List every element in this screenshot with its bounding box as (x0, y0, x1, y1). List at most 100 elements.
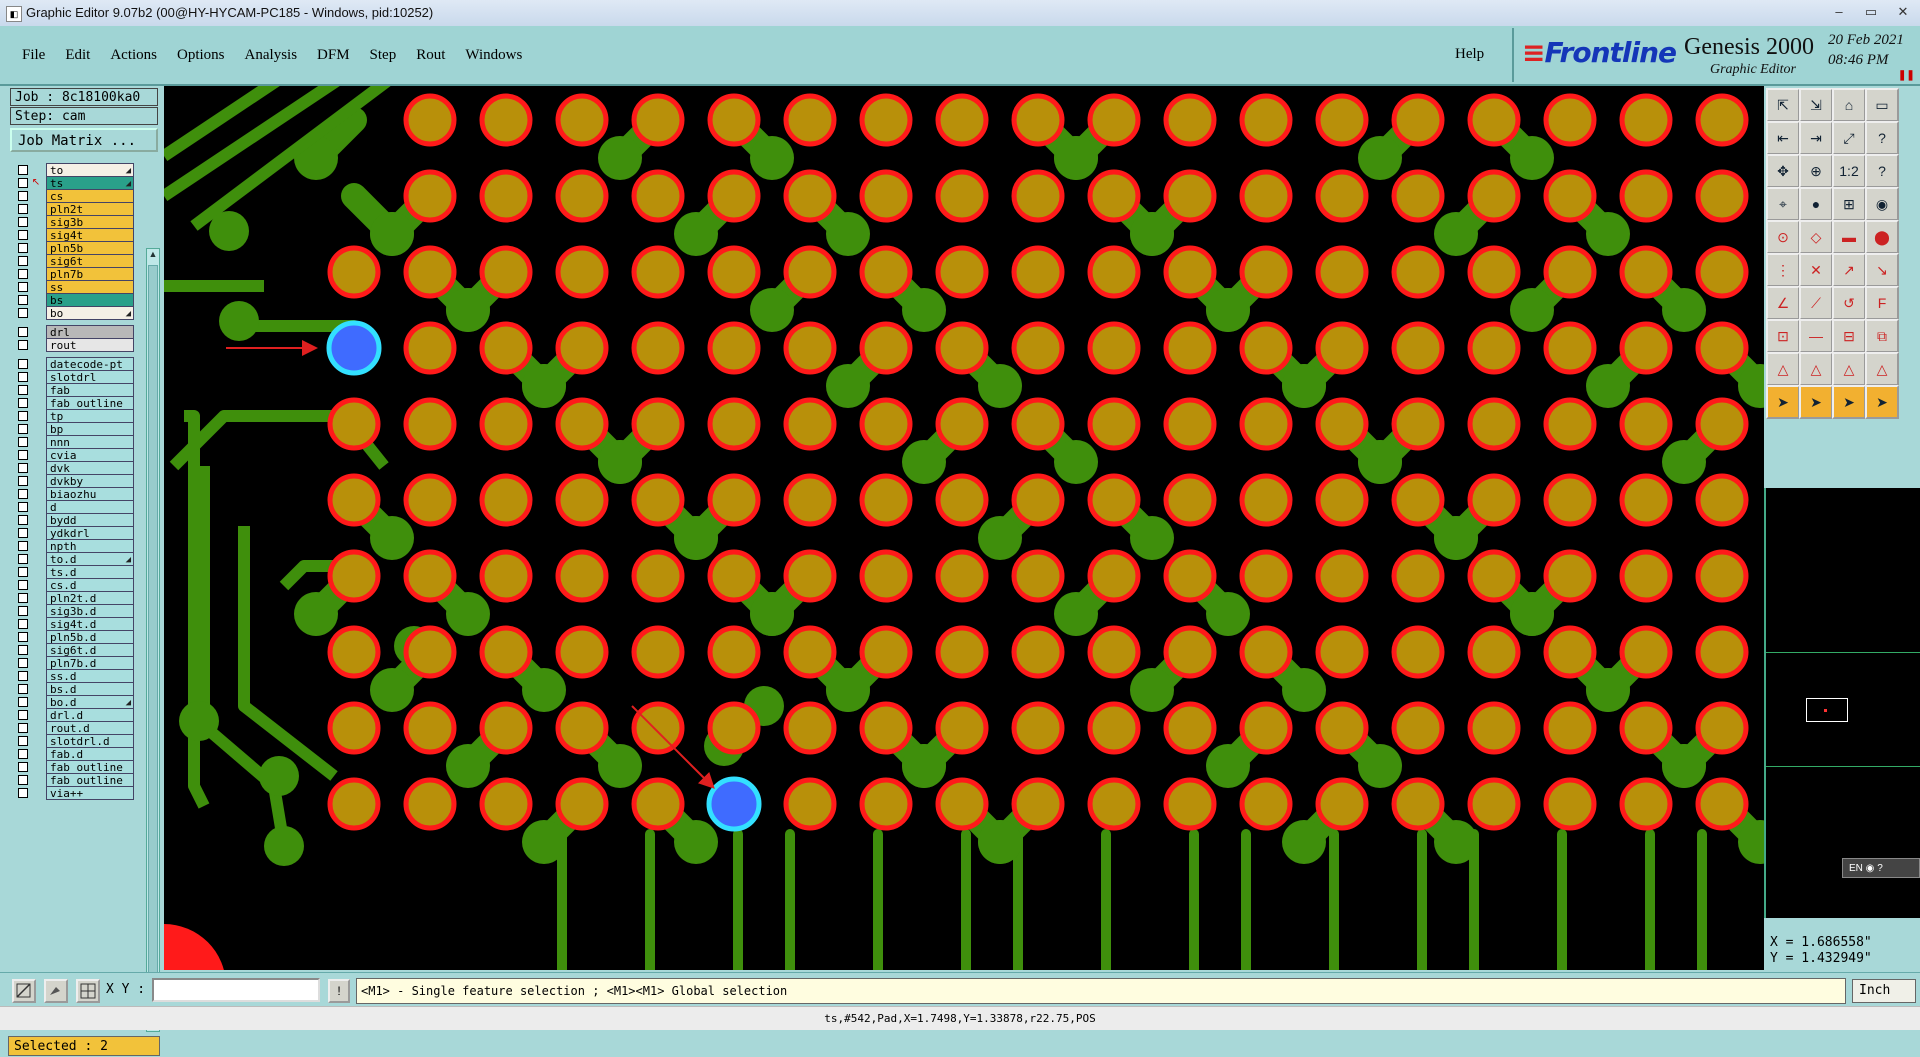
layer-checkbox[interactable] (18, 178, 28, 188)
draw-line-icon[interactable]: ∠ (1766, 286, 1800, 320)
layer-checkbox[interactable] (18, 632, 28, 642)
layer-checkbox[interactable] (18, 710, 28, 720)
copy-icon[interactable]: ⧉ (1865, 319, 1899, 353)
slant-icon[interactable]: ⟋ (1799, 286, 1833, 320)
cross-icon[interactable]: ✕ (1799, 253, 1833, 287)
layer-checkbox[interactable] (18, 165, 28, 175)
xy-apply-button[interactable]: ! (328, 979, 350, 1003)
unit-selector[interactable]: Inch (1852, 979, 1916, 1003)
layer-checkbox[interactable] (18, 593, 28, 603)
layer-work-marker[interactable] (30, 339, 42, 351)
route-icon[interactable]: ↗ (1832, 253, 1866, 287)
layer-checkbox[interactable] (18, 580, 28, 590)
layer-name[interactable]: bo ◢ (46, 306, 134, 320)
scroll-up-icon[interactable]: ▲ (147, 249, 159, 263)
measure-icon[interactable]: ● (1799, 187, 1833, 221)
layer-checkbox[interactable] (18, 204, 28, 214)
layer-checkbox[interactable] (18, 243, 28, 253)
menu-actions[interactable]: Actions (100, 47, 167, 64)
layer-checkbox[interactable] (18, 489, 28, 499)
layer-checkbox[interactable] (18, 749, 28, 759)
grid-mode-icon[interactable] (76, 979, 100, 1003)
layer-work-marker[interactable] (30, 307, 42, 319)
triangle-3-icon[interactable]: △ (1832, 352, 1866, 386)
add-feature-icon[interactable]: ⊡ (1766, 319, 1800, 353)
layer-name[interactable]: via++ (46, 786, 134, 800)
layer-checkbox[interactable] (18, 541, 28, 551)
overview-panel[interactable] (1764, 488, 1920, 918)
layer-checkbox[interactable] (18, 424, 28, 434)
layer-checkbox[interactable] (18, 359, 28, 369)
layer-checkbox[interactable] (18, 256, 28, 266)
layer-row[interactable]: rout (12, 337, 134, 353)
layer-checkbox[interactable] (18, 217, 28, 227)
layer-checkbox[interactable] (18, 476, 28, 486)
layer-checkbox[interactable] (18, 775, 28, 785)
pointer-icon[interactable]: ➤ (1766, 385, 1800, 419)
layer-up-icon[interactable]: ⇱ (1766, 88, 1800, 122)
layer-checkbox[interactable] (18, 308, 28, 318)
circle-icon[interactable]: ⬤ (1865, 220, 1899, 254)
menu-file[interactable]: File (12, 47, 55, 64)
layer-checkbox[interactable] (18, 372, 28, 382)
layer-checkbox[interactable] (18, 684, 28, 694)
ime-indicator[interactable]: EN ◉ ? (1842, 858, 1920, 878)
select-multi-icon[interactable]: ⋮ (1766, 253, 1800, 287)
snap-icon[interactable]: ⌖ (1766, 187, 1800, 221)
box-icon[interactable]: ⊟ (1832, 319, 1866, 353)
menu-options[interactable]: Options (167, 47, 235, 64)
triangle-2-icon[interactable]: △ (1799, 352, 1833, 386)
grid-icon[interactable]: ⊞ (1832, 187, 1866, 221)
menu-edit[interactable]: Edit (55, 47, 100, 64)
scale-icon[interactable]: 1:2 (1832, 154, 1866, 188)
layer-checkbox[interactable] (18, 762, 28, 772)
layer-checkbox[interactable] (18, 327, 28, 337)
layer-checkbox[interactable] (18, 295, 28, 305)
menu-windows[interactable]: Windows (455, 47, 532, 64)
pan-icon[interactable]: ✥ (1766, 154, 1800, 188)
layer-checkbox[interactable] (18, 736, 28, 746)
overview-frame[interactable] (1806, 698, 1848, 722)
layer-checkbox[interactable] (18, 282, 28, 292)
maximize-button[interactable]: ▭ (1856, 2, 1886, 22)
layer-checkbox[interactable] (18, 463, 28, 473)
home-icon[interactable]: ⌂ (1832, 88, 1866, 122)
add-pad-icon[interactable]: ⊙ (1766, 220, 1800, 254)
layer-checkbox[interactable] (18, 723, 28, 733)
job-matrix-button[interactable]: Job Matrix ... (10, 128, 158, 152)
pause-icon[interactable]: ❚❚ (1898, 70, 1915, 81)
pointer-4-icon[interactable]: ➤ (1865, 385, 1899, 419)
layer-checkbox[interactable] (18, 230, 28, 240)
menu-help[interactable]: Help (1455, 46, 1484, 63)
menu-dfm[interactable]: DFM (307, 47, 360, 64)
layer-checkbox[interactable] (18, 788, 28, 798)
layer-down-icon[interactable]: ⇲ (1799, 88, 1833, 122)
drill-icon[interactable]: ◉ (1865, 187, 1899, 221)
graphics-canvas[interactable] (164, 86, 1764, 970)
layer-checkbox[interactable] (18, 450, 28, 460)
layer-row[interactable]: via++ (12, 785, 134, 801)
query-icon[interactable]: ? (1865, 154, 1899, 188)
layer-row[interactable]: bo ◢ (12, 305, 134, 321)
zoom-in-icon[interactable]: ⊕ (1799, 154, 1833, 188)
layer-work-marker[interactable] (30, 787, 42, 799)
menu-analysis[interactable]: Analysis (235, 47, 308, 64)
horizontal-icon[interactable]: — (1799, 319, 1833, 353)
layer-checkbox[interactable] (18, 398, 28, 408)
menu-rout[interactable]: Rout (406, 47, 455, 64)
minimize-button[interactable]: – (1824, 2, 1854, 22)
layer-checkbox[interactable] (18, 567, 28, 577)
zoom-prev-icon[interactable]: ⇤ (1766, 121, 1800, 155)
layer-checkbox[interactable] (18, 619, 28, 629)
layer-checkbox[interactable] (18, 606, 28, 616)
close-button[interactable]: ✕ (1888, 2, 1918, 22)
snap-mode-icon[interactable] (12, 979, 36, 1003)
pcb-view[interactable] (164, 86, 1764, 970)
layer-checkbox[interactable] (18, 340, 28, 350)
layer-checkbox[interactable] (18, 502, 28, 512)
layer-checkbox[interactable] (18, 437, 28, 447)
layer-checkbox[interactable] (18, 697, 28, 707)
layer-checkbox[interactable] (18, 191, 28, 201)
edit-mode-icon[interactable] (44, 979, 68, 1003)
xy-input[interactable] (152, 978, 320, 1002)
